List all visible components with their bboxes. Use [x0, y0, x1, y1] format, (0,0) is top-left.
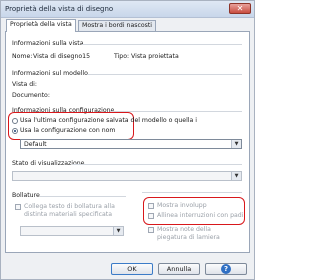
divider [142, 192, 242, 193]
tab-label: Mostra i bordi nascosti [82, 22, 153, 29]
show-envelope-checkbox[interactable] [148, 203, 154, 209]
link-balloon-checkbox[interactable] [15, 204, 21, 210]
tab-label: Proprietà della vista [10, 21, 72, 28]
view-name-value: Vista di disegno15 [33, 53, 91, 60]
ok-button[interactable]: OK [111, 263, 153, 275]
radio-last-saved-config[interactable] [12, 118, 18, 124]
close-button[interactable]: ✕ [229, 3, 251, 14]
chevron-down-icon: ▼ [113, 227, 123, 235]
bom-select[interactable]: ▼ [20, 226, 124, 236]
divider [82, 44, 242, 45]
chevron-down-icon: ▼ [231, 140, 241, 148]
show-envelope-label: Mostra involupp [157, 202, 207, 209]
view-type-value: Vista proiettata [131, 53, 179, 60]
model-document-label: Documento: [12, 92, 50, 99]
divider [40, 196, 126, 197]
tab-hidden-edges[interactable]: Mostra i bordi nascosti [78, 20, 157, 31]
model-view-of-label: Vista di: [12, 81, 37, 88]
config-select[interactable]: Default ▼ [20, 139, 242, 149]
view-type-label: Tipo: [114, 53, 130, 60]
tab-panel: Informazioni sulla vista Nome: Vista di … [5, 31, 250, 253]
cancel-button[interactable]: Annulla [158, 263, 200, 275]
tab-view-properties[interactable]: Proprietà della vista [6, 19, 76, 32]
help-button[interactable]: ? [205, 263, 247, 275]
chevron-down-icon: ▼ [231, 172, 241, 180]
model-info-heading: Informazioni sul modello [12, 70, 88, 77]
radio-last-saved-label: Usa l'ultima configurazione salvata del … [20, 117, 197, 124]
divider [87, 74, 242, 75]
view-name-label: Nome: [12, 53, 33, 60]
sheet-metal-notes-checkbox[interactable] [148, 227, 154, 233]
bom-heading: Bollature [12, 192, 40, 199]
help-icon: ? [221, 264, 231, 274]
radio-named-label: Usa la configurazione con nom [20, 127, 116, 134]
display-state-select[interactable]: ▼ [12, 171, 242, 181]
radio-named-config[interactable] [12, 128, 18, 134]
align-breaks-checkbox[interactable] [148, 213, 154, 219]
window-title: Proprietà della vista di disegno [5, 5, 114, 13]
config-select-value: Default [24, 141, 47, 148]
close-icon: ✕ [236, 4, 244, 13]
divider [72, 164, 242, 165]
title-bar: Proprietà della vista di disegno ✕ [1, 1, 254, 18]
align-breaks-label: Allinea interruzioni con padi [157, 212, 244, 219]
sheet-metal-notes-label-line1: Mostra note della [157, 226, 211, 233]
view-info-heading: Informazioni sulla vista [12, 40, 84, 47]
link-balloon-label-line1: Collega testo di bollatura alla [24, 203, 115, 210]
properties-dialog: Proprietà della vista di disegno ✕ Propr… [0, 0, 255, 280]
link-balloon-label-line2: distinta materiali specificata [24, 211, 113, 218]
sheet-metal-notes-label-line2: piegatura di lamiera [157, 234, 220, 241]
